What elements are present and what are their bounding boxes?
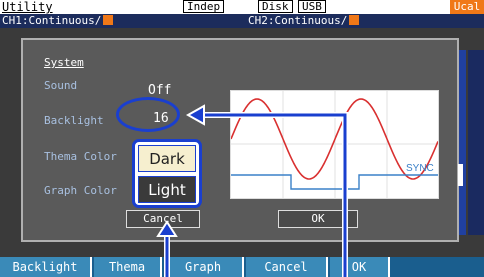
arrow-up-icon [156,220,178,237]
arrow-left-icon [185,104,205,126]
annotation-arrows [156,104,348,277]
arrow-stroke [165,113,347,277]
arrow-outline [164,112,348,277]
